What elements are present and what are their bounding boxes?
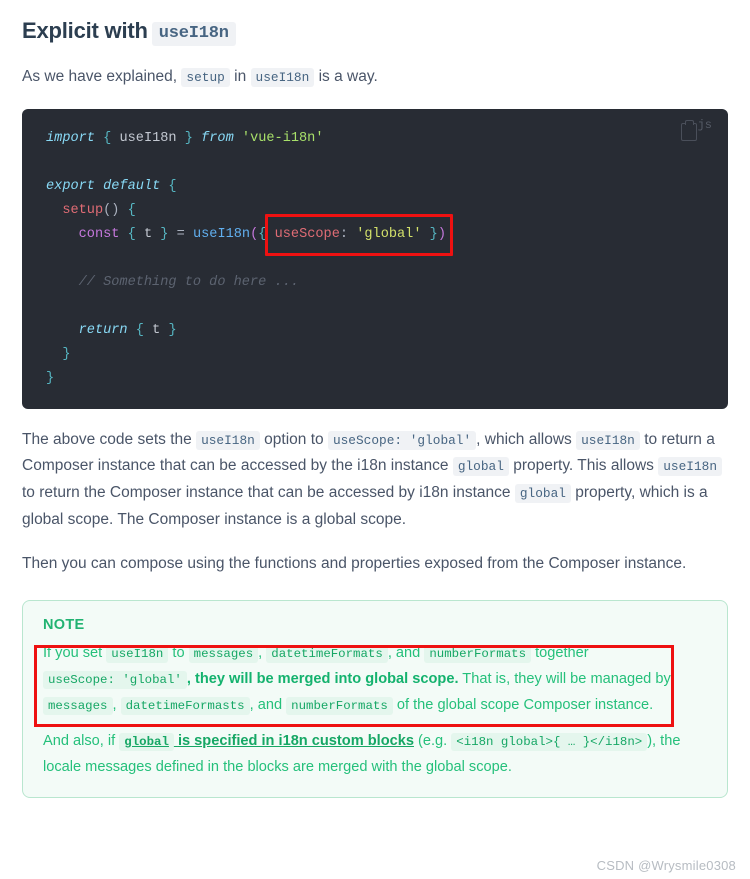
i18n-custom-blocks-link[interactable]: global is specified in i18n custom block… (119, 732, 414, 751)
note-callout: NOTE If you set useI18n to messages, dat… (22, 599, 728, 798)
watermark: CSDN @Wrysmile0308 (596, 858, 736, 873)
intro-code-usei18n: useI18n (250, 67, 315, 87)
p1-text-3: , which allows (476, 430, 572, 448)
note-p1-text-3: , (258, 644, 263, 661)
intro-text-1: As we have explained, (22, 67, 178, 85)
note-p1-code-1: useI18n (106, 644, 169, 663)
explanation-paragraph-2: Then you can compose using the functions… (22, 555, 687, 573)
code-block-actions[interactable]: js (680, 117, 712, 141)
p1-code-6: global (514, 483, 571, 503)
note-paragraph-2: And also, if global is specified in i18n… (43, 729, 707, 781)
note-p1-code-6: messages (43, 696, 113, 715)
note-p1-text-8: , and (249, 696, 283, 713)
note-p2-link-text: is specified in i18n custom blocks (177, 732, 414, 749)
note-p1-text-6: That is, they will be managed by (462, 670, 671, 687)
code-language-label: js (697, 117, 712, 132)
note-p1-text-1: If you set (43, 644, 103, 661)
documentation-page: Explicit with useI18n As we have explaine… (0, 16, 750, 798)
explanation-paragraph-1: The above code sets the useI18n option t… (22, 427, 728, 534)
note-p1-code-7: datetimeFormasts (120, 696, 250, 715)
note-p1-text-4: , and (387, 644, 421, 661)
p1-code-1: useI18n (196, 430, 260, 450)
note-p2-link-code: global (119, 732, 174, 751)
note-p2-code-1: <i18n global>{ … }</i18n> (451, 732, 648, 751)
page-title: Explicit with useI18n (22, 16, 728, 46)
note-p2-text-2: (e.g. (418, 732, 448, 749)
note-p2-text-1: And also, if (43, 732, 116, 749)
page-title-text: Explicit with (22, 18, 148, 43)
p1-text-1: The above code sets the (22, 430, 192, 448)
page-title-code: useI18n (151, 22, 236, 46)
p1-code-2: useScope: 'global' (327, 430, 477, 450)
p1-code-3: useI18n (576, 430, 640, 450)
note-p1-text-9: of the global scope Composer instance. (396, 696, 654, 713)
note-p1-text-2: to (172, 644, 185, 661)
intro-text-3: is a way. (318, 67, 378, 85)
intro-text-2: in (234, 67, 247, 85)
p1-code-4: global (452, 457, 509, 477)
intro-paragraph: As we have explained, setup in useI18n i… (22, 64, 728, 91)
intro-code-setup: setup (181, 67, 230, 87)
p1-text-2: option to (264, 430, 324, 448)
code-block-container: import { useI18n } from 'vue-i18n' expor… (22, 108, 728, 409)
code-block: import { useI18n } from 'vue-i18n' expor… (22, 108, 728, 409)
p1-text-6: to return the Composer instance that can… (22, 483, 511, 501)
note-p1-text-5: together (535, 644, 589, 661)
note-paragraph-1: If you set useI18n to messages, datetime… (43, 641, 707, 719)
code-content: import { useI18n } from 'vue-i18n' expor… (46, 130, 446, 386)
p1-code-5: useI18n (658, 457, 723, 477)
note-p1-code-3: datetimeFormats (266, 644, 388, 663)
note-p1-code-4: numberFormats (424, 644, 532, 663)
note-p1-code-2: messages (188, 644, 259, 663)
copy-icon[interactable] (680, 119, 697, 141)
note-p1-code-5: useScope: 'global' (43, 670, 187, 689)
note-p1-code-8: numberFormats (286, 696, 393, 715)
note-p1-text-7: , (112, 696, 117, 713)
note-p1-bold: , they will be merged into global scope. (186, 670, 459, 687)
note-title: NOTE (43, 616, 85, 633)
p1-text-5: property. This allows (513, 457, 654, 475)
